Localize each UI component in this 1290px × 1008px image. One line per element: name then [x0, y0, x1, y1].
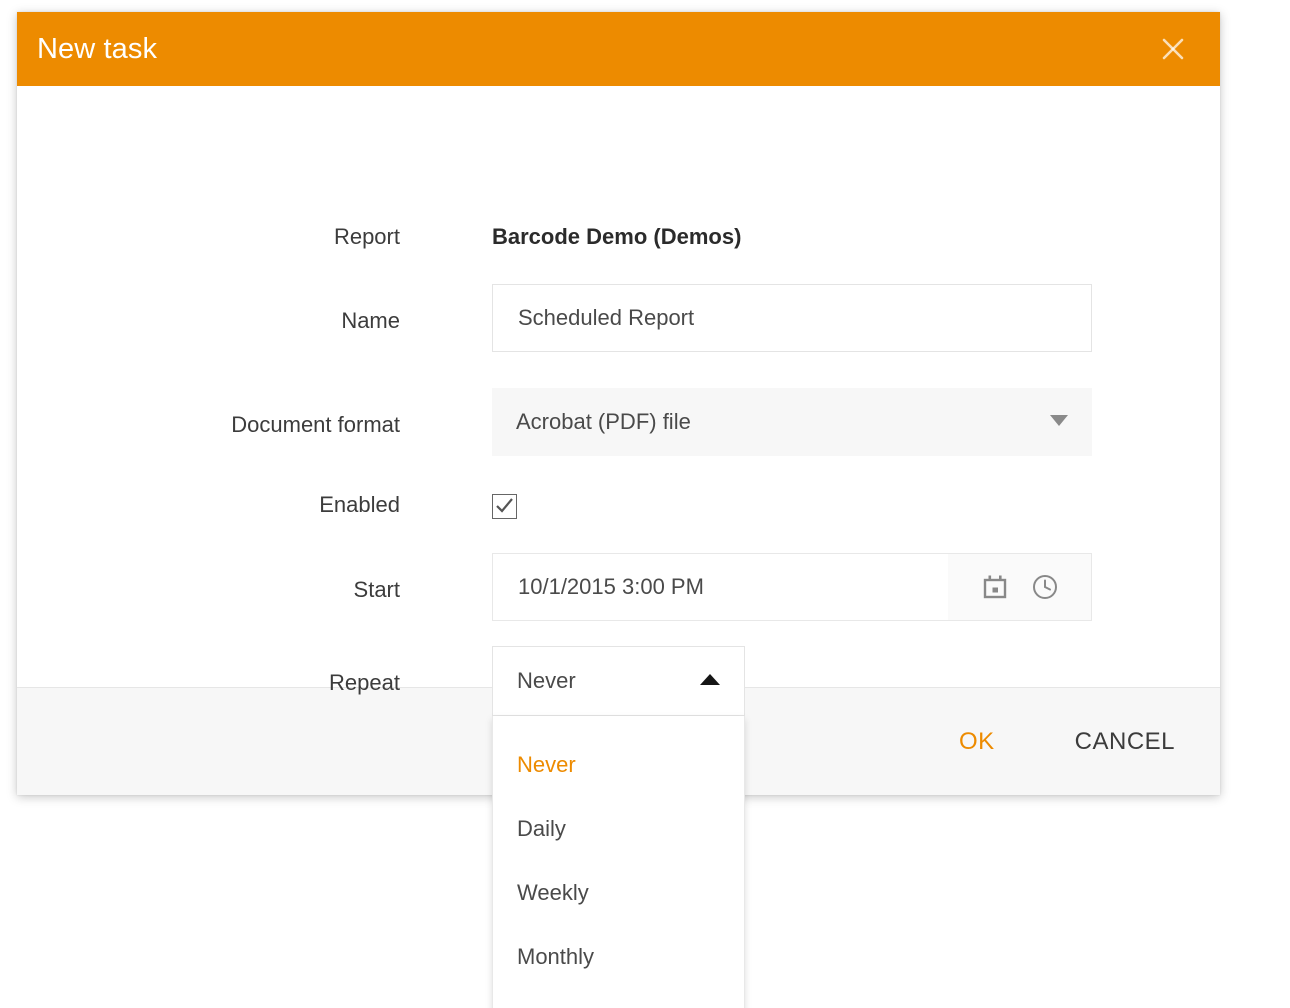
- cancel-button[interactable]: CANCEL: [1061, 718, 1189, 766]
- screen: New task Report Barcode Demo (Demos) Nam…: [0, 0, 1290, 1008]
- chevron-up-icon: [700, 672, 720, 690]
- start-value[interactable]: 10/1/2015 3:00 PM: [493, 554, 948, 620]
- dialog-header: New task: [17, 12, 1220, 86]
- document-format-value: Acrobat (PDF) file: [516, 409, 691, 434]
- repeat-label: Repeat: [329, 670, 400, 695]
- field-row-document-format: Document format Acrobat (PDF) file: [17, 388, 1220, 456]
- close-icon[interactable]: [1156, 32, 1190, 66]
- start-label: Start: [353, 577, 400, 602]
- document-format-select[interactable]: Acrobat (PDF) file: [492, 388, 1092, 456]
- field-row-start: Start 10/1/2015 3:00 PM: [17, 553, 1220, 621]
- repeat-option-monthly[interactable]: Monthly: [493, 925, 744, 989]
- repeat-dropdown-trigger[interactable]: Never: [492, 646, 745, 716]
- new-task-dialog: New task Report Barcode Demo (Demos) Nam…: [17, 12, 1220, 1008]
- clock-icon[interactable]: [1030, 572, 1060, 602]
- enabled-checkbox[interactable]: [492, 494, 517, 519]
- enabled-label: Enabled: [319, 492, 400, 517]
- calendar-icon[interactable]: [980, 572, 1010, 602]
- repeat-dropdown-list: Never Daily Weekly Monthly Yearly: [492, 716, 745, 1008]
- start-control: 10/1/2015 3:00 PM: [492, 553, 1092, 621]
- dialog-body: Report Barcode Demo (Demos) Name Documen…: [17, 86, 1220, 1008]
- start-datetime-field[interactable]: 10/1/2015 3:00 PM: [492, 553, 1092, 621]
- document-format-label: Document format: [231, 412, 400, 437]
- enabled-control: [492, 494, 517, 519]
- chevron-down-icon: [1050, 413, 1068, 431]
- field-row-enabled: Enabled: [17, 494, 1220, 519]
- dialog-title: New task: [37, 32, 158, 65]
- field-row-name: Name: [17, 284, 1220, 352]
- repeat-option-weekly[interactable]: Weekly: [493, 861, 744, 925]
- report-label: Report: [333, 224, 400, 249]
- repeat-option-daily[interactable]: Daily: [493, 797, 744, 861]
- repeat-option-yearly[interactable]: Yearly: [493, 989, 744, 1008]
- repeat-option-never[interactable]: Never: [493, 733, 744, 797]
- repeat-dropdown: Never Never Daily Weekly Monthly: [492, 646, 745, 1008]
- field-row-repeat: Repeat Never Never Daily Weekly Monthly: [17, 646, 1220, 1008]
- ok-button[interactable]: OK: [945, 718, 1009, 766]
- repeat-value: Never: [517, 668, 576, 693]
- name-input[interactable]: [492, 284, 1092, 352]
- report-control: Barcode Demo (Demos): [492, 226, 741, 248]
- field-row-report: Report Barcode Demo (Demos): [17, 226, 1220, 248]
- document-format-control: Acrobat (PDF) file: [492, 388, 1092, 456]
- start-datetime-buttons: [948, 554, 1091, 620]
- name-control: [492, 284, 1092, 352]
- report-value: Barcode Demo (Demos): [492, 224, 742, 249]
- name-label: Name: [341, 308, 400, 333]
- repeat-control: Never Never Daily Weekly Monthly: [492, 646, 745, 1008]
